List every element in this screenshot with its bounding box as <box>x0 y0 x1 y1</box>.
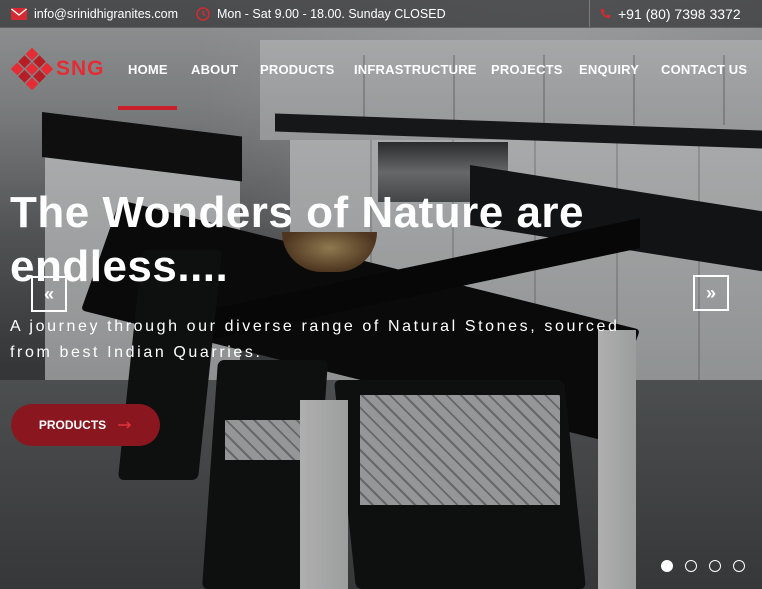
opening-hours: Mon - Sat 9.00 - 18.00. Sunday CLOSED <box>196 0 446 27</box>
slide-dot-1[interactable] <box>661 560 673 572</box>
nav-active-indicator <box>118 106 177 110</box>
cta-label: PRODUCTS <box>38 418 107 432</box>
logo-mark-icon <box>10 47 54 91</box>
hero-headline: The Wonders of Nature are endless.... <box>10 186 710 294</box>
headline-line-1: The Wonders of Nature are <box>10 188 585 237</box>
nav-enquiry[interactable]: ENQUIRY <box>579 62 639 77</box>
envelope-icon <box>11 7 27 20</box>
slide-dot-2[interactable] <box>685 560 697 572</box>
top-bar: info@srinidhigranites.com Mon - Sat 9.00… <box>0 0 762 28</box>
slider-next-button[interactable]: » <box>693 275 729 311</box>
double-chevron-right-icon: » <box>705 282 716 303</box>
nav-infrastructure[interactable]: INFRASTRUCTURE <box>354 62 477 77</box>
phone-icon <box>600 8 611 19</box>
slider-prev-button[interactable]: « <box>31 276 67 312</box>
subtext-line-2: from best Indian Quarries. <box>10 344 263 361</box>
nav-projects[interactable]: PROJECTS <box>491 62 563 77</box>
double-chevron-left-icon: « <box>43 283 54 304</box>
clock-icon <box>196 6 210 21</box>
nav-about[interactable]: ABOUT <box>191 62 238 77</box>
products-cta-button[interactable]: PRODUCTS <box>11 404 160 446</box>
nav-home[interactable]: HOME <box>128 62 168 77</box>
nav-products[interactable]: PRODUCTS <box>260 62 335 77</box>
hero-subtext: A journey through our diverse range of N… <box>10 314 730 366</box>
email-text[interactable]: info@srinidhigranites.com <box>34 7 178 21</box>
subtext-line-1: A journey through our diverse range of N… <box>10 318 620 335</box>
phone-text[interactable]: +91 (80) 7398 3372 <box>618 6 741 22</box>
slider-pagination <box>661 560 745 572</box>
headline-line-2: endless.... <box>10 242 229 291</box>
hours-text: Mon - Sat 9.00 - 18.00. Sunday CLOSED <box>217 6 446 21</box>
logo-text: SNG <box>56 57 105 80</box>
phone-link[interactable]: +91 (80) 7398 3372 <box>589 0 762 27</box>
arrow-right-icon <box>118 418 132 432</box>
site-logo[interactable]: SNG <box>10 47 115 93</box>
slide-dot-4[interactable] <box>733 560 745 572</box>
slide-dot-3[interactable] <box>709 560 721 572</box>
email-link[interactable]: info@srinidhigranites.com <box>11 0 178 27</box>
nav-contact-us[interactable]: CONTACT US <box>661 62 747 77</box>
